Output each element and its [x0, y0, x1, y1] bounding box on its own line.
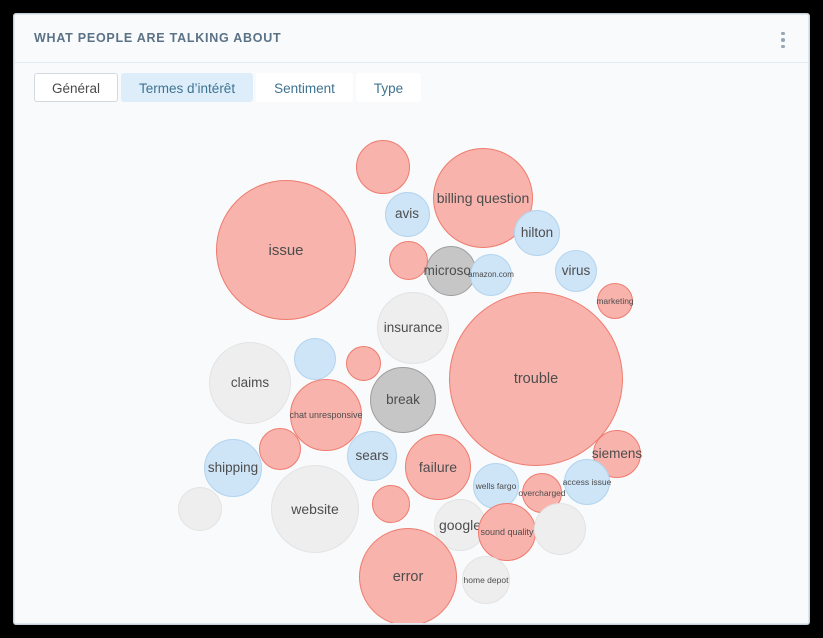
bubble-sears[interactable]: sears: [347, 431, 397, 481]
bubble-microsoft[interactable]: microsoft: [424, 246, 478, 296]
bubble-label: error: [392, 568, 424, 585]
bubble-label: website: [291, 501, 339, 517]
card-header: WHAT PEOPLE ARE TALKING ABOUT: [15, 15, 808, 63]
bubble-unlabeled[interactable]: [294, 338, 336, 380]
bubble-label: amazon.com: [468, 270, 514, 279]
bubble-label: overcharged: [518, 487, 566, 498]
bubble-label: issue: [268, 241, 304, 259]
tab-bar: Général Termes d’intérêt Sentiment Type: [15, 63, 808, 109]
bubble-label: failure: [418, 459, 458, 475]
bubble-label: avis: [394, 206, 419, 222]
bubble-avis[interactable]: avis: [384, 191, 430, 237]
bubble-unlabeled[interactable]: [259, 428, 301, 470]
bubble-label: chat unresponsive: [289, 409, 363, 420]
bubble-unlabeled[interactable]: [356, 140, 410, 194]
bubble-chart: issue avis billing question microsoft amazon…: [15, 109, 808, 623]
tab-list: Général Termes d’intérêt Sentiment Type: [34, 73, 422, 102]
bubble-label: shipping: [207, 460, 259, 476]
bubble-label: billing question: [436, 190, 530, 206]
tab-type[interactable]: Type: [355, 73, 422, 102]
bubble-error[interactable]: error: [359, 528, 457, 623]
tab-g-n-ral[interactable]: Général: [34, 73, 119, 102]
bubble-sound-quality[interactable]: sound quality: [478, 503, 536, 561]
bubble-issue[interactable]: issue: [216, 180, 356, 320]
bubble-unlabeled[interactable]: [345, 345, 381, 381]
bubble-shipping[interactable]: shipping: [204, 439, 262, 497]
bubble-label: google: [438, 517, 482, 533]
kebab-menu-icon[interactable]: [772, 27, 794, 53]
bubble-failure[interactable]: failure: [405, 434, 471, 500]
kebab-dot: [781, 38, 785, 42]
bubble-insurance[interactable]: insurance: [377, 292, 449, 364]
bubble-amazon-com[interactable]: amazon.com: [468, 254, 514, 296]
bubble-label: siemens: [591, 446, 643, 462]
talking-about-card: WHAT PEOPLE ARE TALKING ABOUT Général Ter…: [14, 14, 809, 624]
bubble-claims[interactable]: claims: [209, 342, 291, 424]
bubble-unlabeled[interactable]: [372, 485, 410, 523]
kebab-dot: [781, 44, 785, 49]
bubble-access-issue[interactable]: access issue: [562, 459, 612, 505]
bubble-break[interactable]: break: [370, 367, 436, 433]
bubble-marketing[interactable]: marketing: [596, 283, 634, 319]
bubble-unlabeled[interactable]: [178, 487, 222, 531]
bubble-wells-fargo[interactable]: wells fargo: [473, 463, 519, 509]
bubble-label: break: [386, 392, 420, 408]
bubble-label: marketing: [596, 295, 634, 306]
bubble-layer: issue avis billing question microsoft amazon…: [15, 109, 808, 623]
bubble-label: wells fargo: [475, 480, 517, 491]
tab-sentiment[interactable]: Sentiment: [256, 73, 353, 102]
bubble-unlabeled[interactable]: [388, 240, 428, 280]
bubble-label: home depot: [463, 574, 509, 585]
bubble-unlabeled[interactable]: [534, 503, 586, 555]
bubble-label: hilton: [520, 225, 554, 241]
page-title: WHAT PEOPLE ARE TALKING ABOUT: [34, 31, 282, 45]
bubble-label: virus: [561, 263, 591, 279]
kebab-dot: [781, 31, 785, 36]
bubble-label: sears: [355, 448, 389, 464]
bubble-label: sound quality: [480, 526, 534, 537]
bubble-home-depot[interactable]: home depot: [462, 556, 510, 604]
screenshot-frame: WHAT PEOPLE ARE TALKING ABOUT Général Ter…: [0, 0, 823, 638]
bubble-label: claims: [230, 375, 270, 391]
bubble-hilton[interactable]: hilton: [514, 210, 560, 256]
bubble-label: trouble: [513, 370, 559, 387]
bubble-label: access issue: [562, 476, 612, 487]
bubble-website[interactable]: website: [271, 465, 359, 553]
tab-termes-d-int-r-t[interactable]: Termes d’intérêt: [121, 73, 254, 102]
bubble-virus[interactable]: virus: [555, 250, 597, 292]
bubble-label: insurance: [383, 320, 443, 336]
